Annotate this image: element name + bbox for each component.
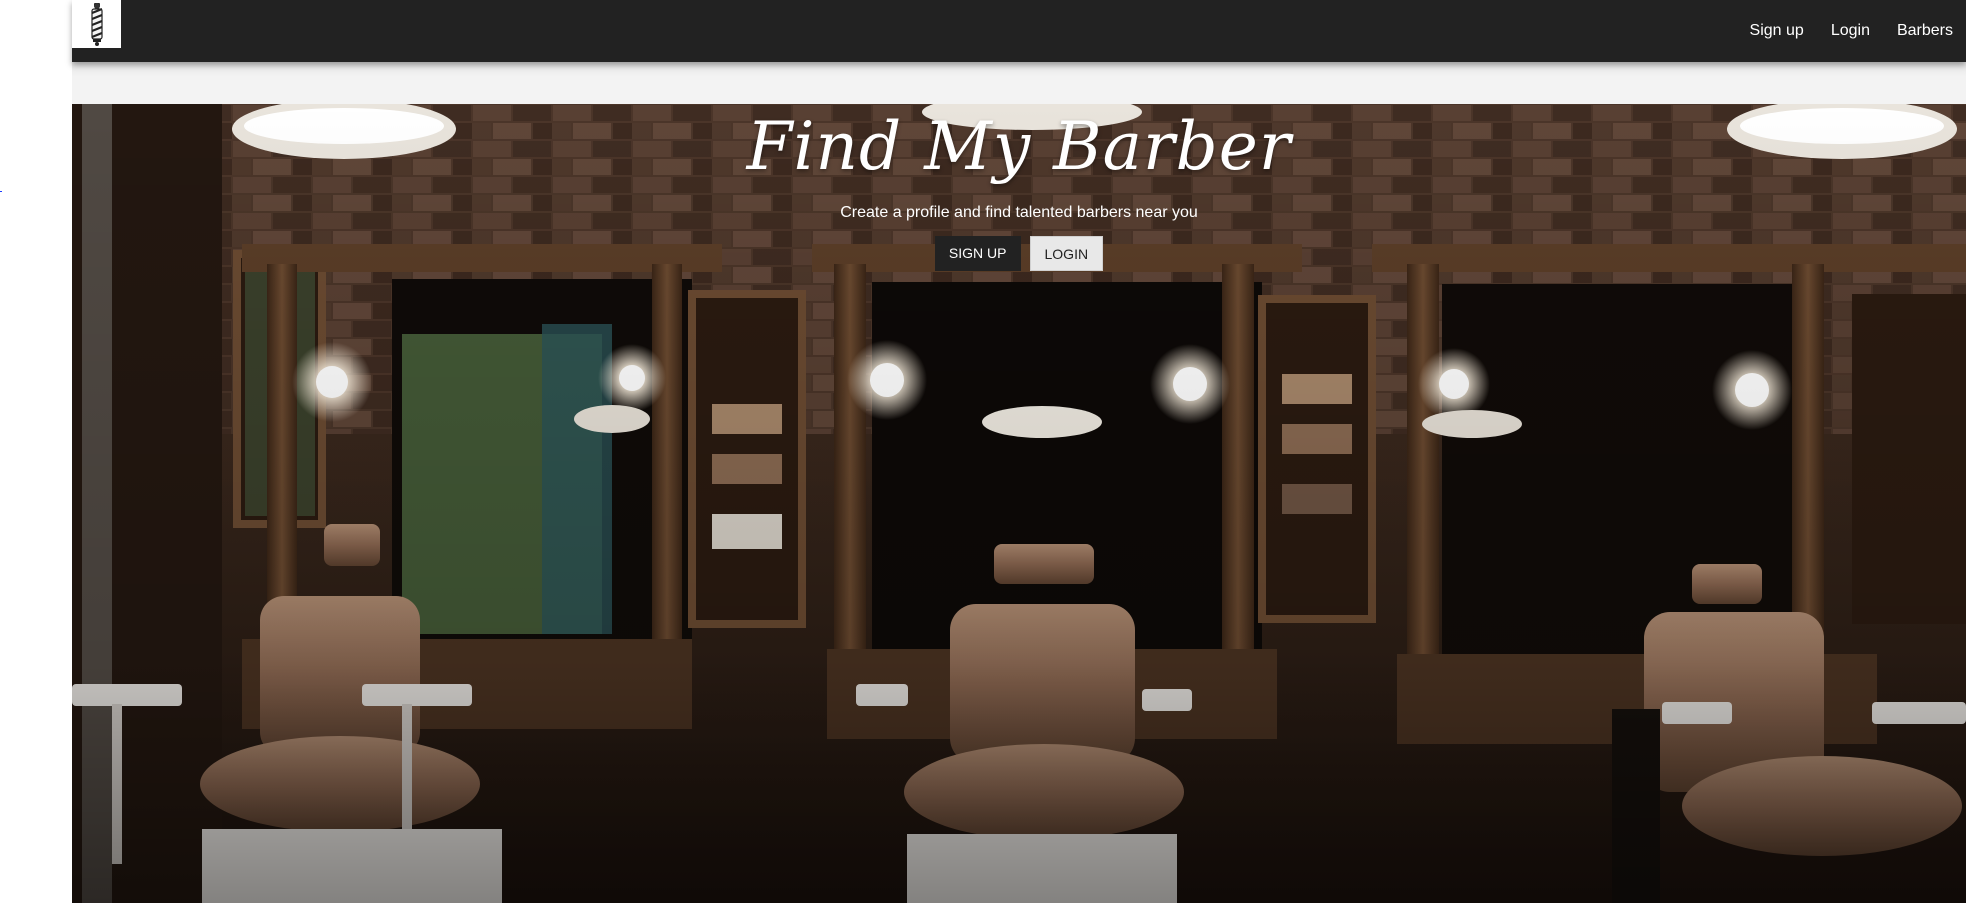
login-button[interactable]: LOGIN [1029, 236, 1104, 271]
hero-buttons: SIGN UP LOGIN [72, 236, 1966, 271]
barber-pole-icon [90, 3, 103, 46]
signup-button[interactable]: SIGN UP [934, 236, 1021, 271]
hero-title: Find My Barber [746, 108, 1292, 185]
header-spacer [72, 62, 1966, 104]
nav-links: Sign up Login Barbers [1723, 0, 1966, 62]
nav-link-signup[interactable]: Sign up [1750, 22, 1804, 40]
page: Sign up Login Barbers Find My Barber Cre… [72, 0, 1966, 907]
barbershop-background-image [72, 104, 1966, 903]
logo[interactable] [72, 0, 121, 48]
hero-section: Find My Barber Create a profile and find… [72, 104, 1966, 903]
hero-subtitle: Create a profile and find talented barbe… [840, 204, 1198, 221]
nav-link-barbers[interactable]: Barbers [1897, 22, 1953, 40]
stray-link-dot [0, 191, 2, 192]
navbar: Sign up Login Barbers [72, 0, 1966, 62]
nav-link-login[interactable]: Login [1831, 22, 1870, 40]
